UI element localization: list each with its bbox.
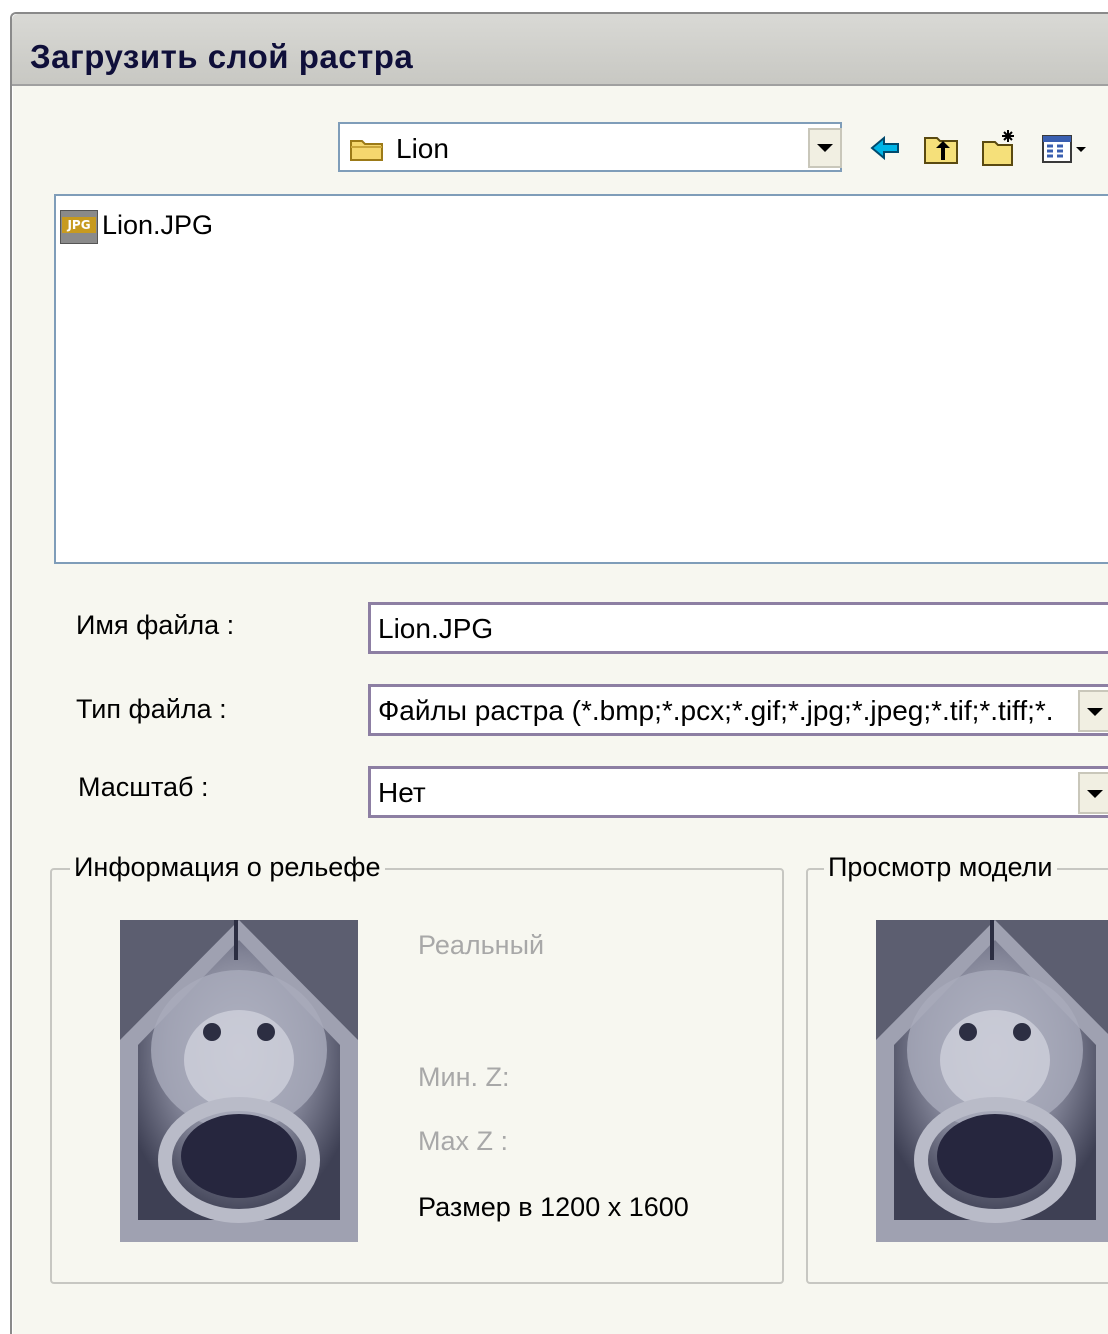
up-folder-icon[interactable] (922, 128, 960, 168)
relief-thumbnail-image (120, 920, 358, 1242)
look-in-dropdown-button[interactable] (808, 128, 842, 168)
scale-select[interactable]: Нет (368, 766, 1108, 818)
filetype-value: Файлы растра (*.bmp;*.pcx;*.gif;*.jpg;*.… (378, 695, 1054, 726)
scale-dropdown-button[interactable] (1078, 772, 1108, 814)
min-z-label: Мин. Z: (418, 1062, 510, 1092)
look-in-combo[interactable]: Lion (338, 122, 842, 172)
look-in-value: Lion (396, 133, 449, 164)
filename-label: Имя файла : (76, 610, 235, 640)
file-item-name: Lion.JPG (102, 210, 214, 240)
filetype-dropdown-button[interactable] (1078, 690, 1108, 732)
dialog-title: Загрузить слой растра (30, 38, 414, 75)
filetype-label: Тип файла : (76, 694, 227, 724)
back-arrow-icon[interactable] (866, 128, 904, 168)
folder-icon (350, 140, 383, 161)
file-list[interactable]: JPG Lion.JPG (54, 194, 1108, 564)
size-text: Размер в 1200 x 1600 (418, 1192, 689, 1222)
real-label: Реальный (418, 930, 545, 960)
model-preview-title: Просмотр модели (824, 852, 1057, 883)
filename-value: Lion.JPG (378, 613, 494, 644)
model-preview-image (876, 920, 1108, 1242)
title-bar[interactable]: Загрузить слой растра (12, 14, 1108, 86)
filetype-select[interactable]: Файлы растра (*.bmp;*.pcx;*.gif;*.jpg;*.… (368, 684, 1108, 736)
scale-value: Нет (378, 777, 426, 808)
jpg-file-icon: JPG (60, 210, 98, 244)
filename-field[interactable]: Lion.JPG (368, 602, 1108, 654)
relief-info-title: Информация о рельефе (70, 852, 385, 883)
max-z-label: Max Z : (418, 1126, 509, 1156)
view-menu-icon[interactable] (1040, 128, 1108, 168)
scale-label: Масштаб : (78, 772, 209, 802)
new-folder-icon[interactable] (980, 128, 1018, 168)
